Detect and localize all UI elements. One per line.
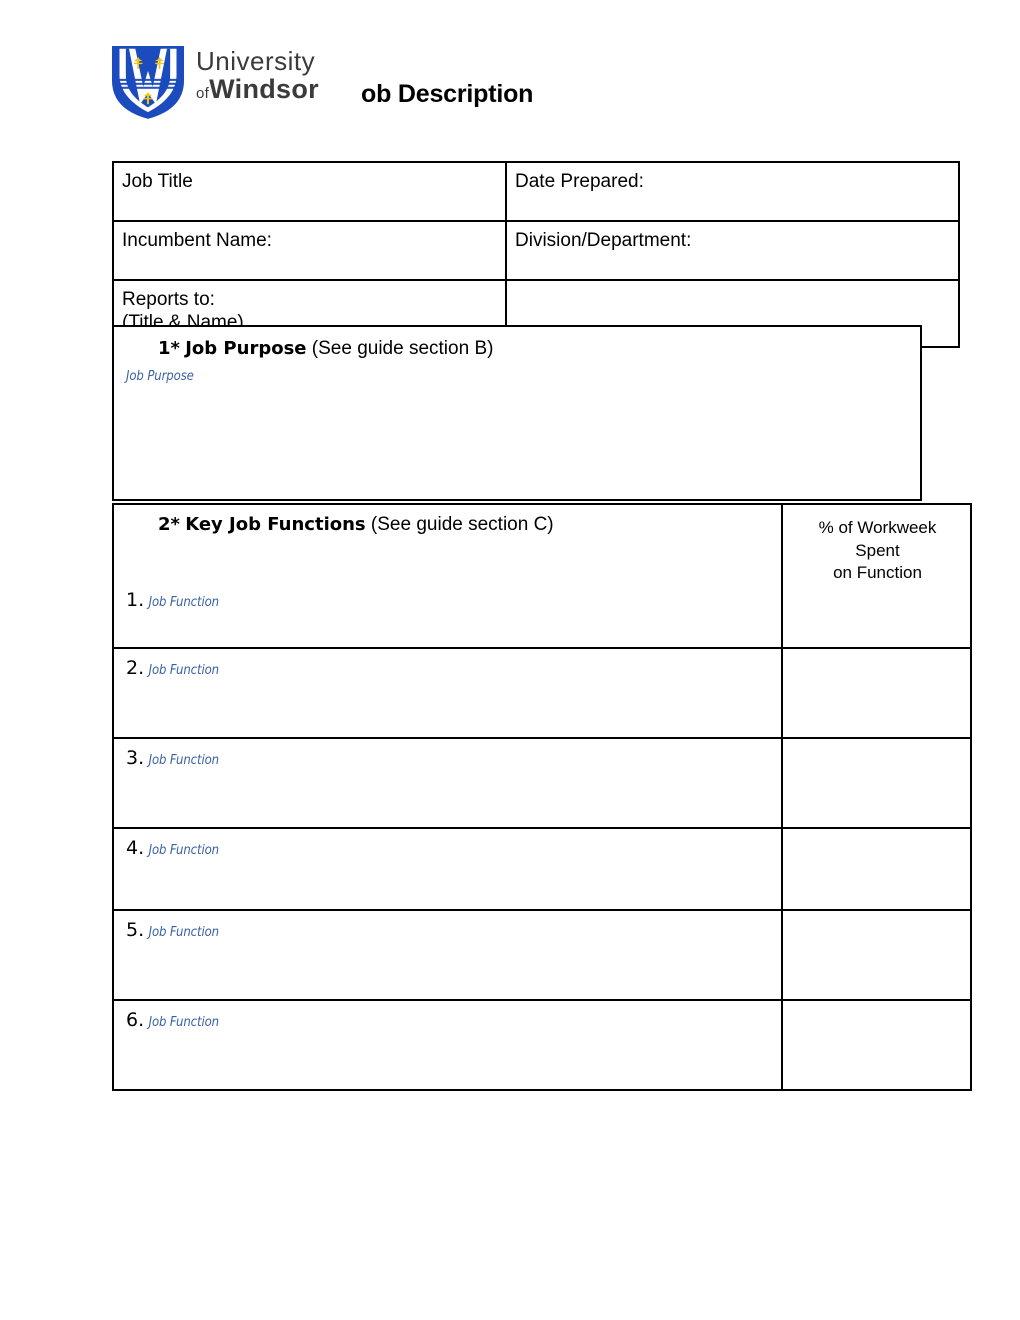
job-purpose-guide-reference: (See guide section B): [311, 338, 494, 359]
job-purpose-section-name: Job Purpose: [185, 338, 307, 359]
key-job-functions-section-number: 2*: [158, 514, 180, 535]
key-job-functions-section: 2* Key Job Functions (See guide section …: [112, 503, 972, 1091]
list-item[interactable]: 4. Job Function: [126, 837, 771, 859]
cell-job-purpose[interactable]: 1* Job Purpose (See guide section B) Job…: [112, 325, 922, 501]
job-function-number-5: 5.: [126, 919, 145, 941]
label-job-title: Job Title: [122, 171, 193, 192]
job-function-number-1: 1.: [126, 588, 145, 611]
table-row: 2* Key Job Functions (See guide section …: [112, 503, 972, 649]
cell-percent-3[interactable]: [781, 737, 972, 829]
job-info-table: Job Title Date Prepared: Incumbent Name:…: [112, 161, 960, 348]
job-function-number-6: 6.: [126, 1009, 145, 1031]
table-row: 3. Job Function: [112, 737, 972, 829]
label-date-prepared: Date Prepared:: [515, 171, 644, 192]
cell-job-function-4[interactable]: 4. Job Function: [112, 827, 783, 911]
wordmark-line-of-windsor: ofWindsor: [196, 76, 319, 103]
table-row: 2. Job Function: [112, 647, 972, 739]
job-function-placeholder-1: Job Function: [148, 594, 220, 610]
university-wordmark: University ofWindsor: [196, 48, 319, 103]
percent-workweek-header: % of Workweek Spent on Function: [818, 518, 937, 583]
job-function-placeholder-2: Job Function: [148, 663, 220, 678]
cell-job-function-3[interactable]: 3. Job Function: [112, 737, 783, 829]
job-purpose-heading: 1* Job Purpose (See guide section B): [126, 337, 910, 361]
cell-date-prepared[interactable]: Date Prepared:: [505, 161, 960, 222]
university-logo-lockup: University ofWindsor: [108, 44, 358, 120]
table-row: 1* Job Purpose (See guide section B) Job…: [112, 325, 922, 501]
cell-percent-workweek-header: % of Workweek Spent on Function: [781, 503, 972, 649]
cell-job-function-6[interactable]: 6. Job Function: [112, 999, 783, 1091]
key-job-functions-guide-reference: (See guide section C): [370, 514, 554, 535]
label-incumbent-name: Incumbent Name:: [122, 230, 272, 251]
cell-job-function-5[interactable]: 5. Job Function: [112, 909, 783, 1001]
list-item[interactable]: 2. Job Function: [126, 657, 771, 679]
table-row: 5. Job Function: [112, 909, 972, 1001]
label-division-department: Division/Department:: [515, 230, 692, 251]
document-header: University ofWindsor ob Description: [0, 0, 1020, 150]
cell-job-function-2[interactable]: 2. Job Function: [112, 647, 783, 739]
key-job-functions-section-name: Key Job Functions: [185, 514, 366, 535]
job-function-number-3: 3.: [126, 747, 145, 769]
job-function-number-4: 4.: [126, 837, 145, 859]
job-function-placeholder-6: Job Function: [148, 1015, 220, 1030]
table-row: Incumbent Name: Division/Department:: [112, 220, 960, 281]
key-job-functions-heading: 2* Key Job Functions (See guide section …: [126, 513, 771, 537]
job-function-placeholder-5: Job Function: [148, 925, 220, 940]
cell-percent-5[interactable]: [781, 909, 972, 1001]
list-item[interactable]: 3. Job Function: [126, 747, 771, 769]
university-shield-crest-icon: [108, 44, 188, 120]
cell-job-title[interactable]: Job Title: [112, 161, 507, 222]
job-function-number-2: 2.: [126, 657, 145, 679]
table-row: 4. Job Function: [112, 827, 972, 911]
list-item[interactable]: 1. Job Function: [126, 589, 771, 611]
page-title: ob Description: [361, 80, 534, 108]
job-purpose-placeholder[interactable]: Job Purpose: [126, 369, 910, 384]
cell-percent-2[interactable]: [781, 647, 972, 739]
table-row: 6. Job Function: [112, 999, 972, 1091]
wordmark-windsor: Windsor: [209, 74, 319, 104]
job-purpose-section: 1* Job Purpose (See guide section B) Job…: [112, 325, 922, 501]
list-item[interactable]: 6. Job Function: [126, 1009, 771, 1031]
job-function-placeholder-3: Job Function: [148, 753, 220, 768]
wordmark-line-university: University: [196, 46, 316, 76]
cell-incumbent-name[interactable]: Incumbent Name:: [112, 220, 507, 281]
table-row: Job Title Date Prepared:: [112, 161, 960, 222]
cell-percent-6[interactable]: [781, 999, 972, 1091]
list-item[interactable]: 5. Job Function: [126, 919, 771, 941]
job-purpose-section-number: 1*: [158, 338, 180, 359]
wordmark-of: of: [196, 85, 210, 102]
job-function-placeholder-4: Job Function: [148, 843, 220, 858]
cell-percent-4[interactable]: [781, 827, 972, 911]
cell-division-department[interactable]: Division/Department:: [505, 220, 960, 281]
cell-key-job-functions-header[interactable]: 2* Key Job Functions (See guide section …: [112, 503, 783, 649]
